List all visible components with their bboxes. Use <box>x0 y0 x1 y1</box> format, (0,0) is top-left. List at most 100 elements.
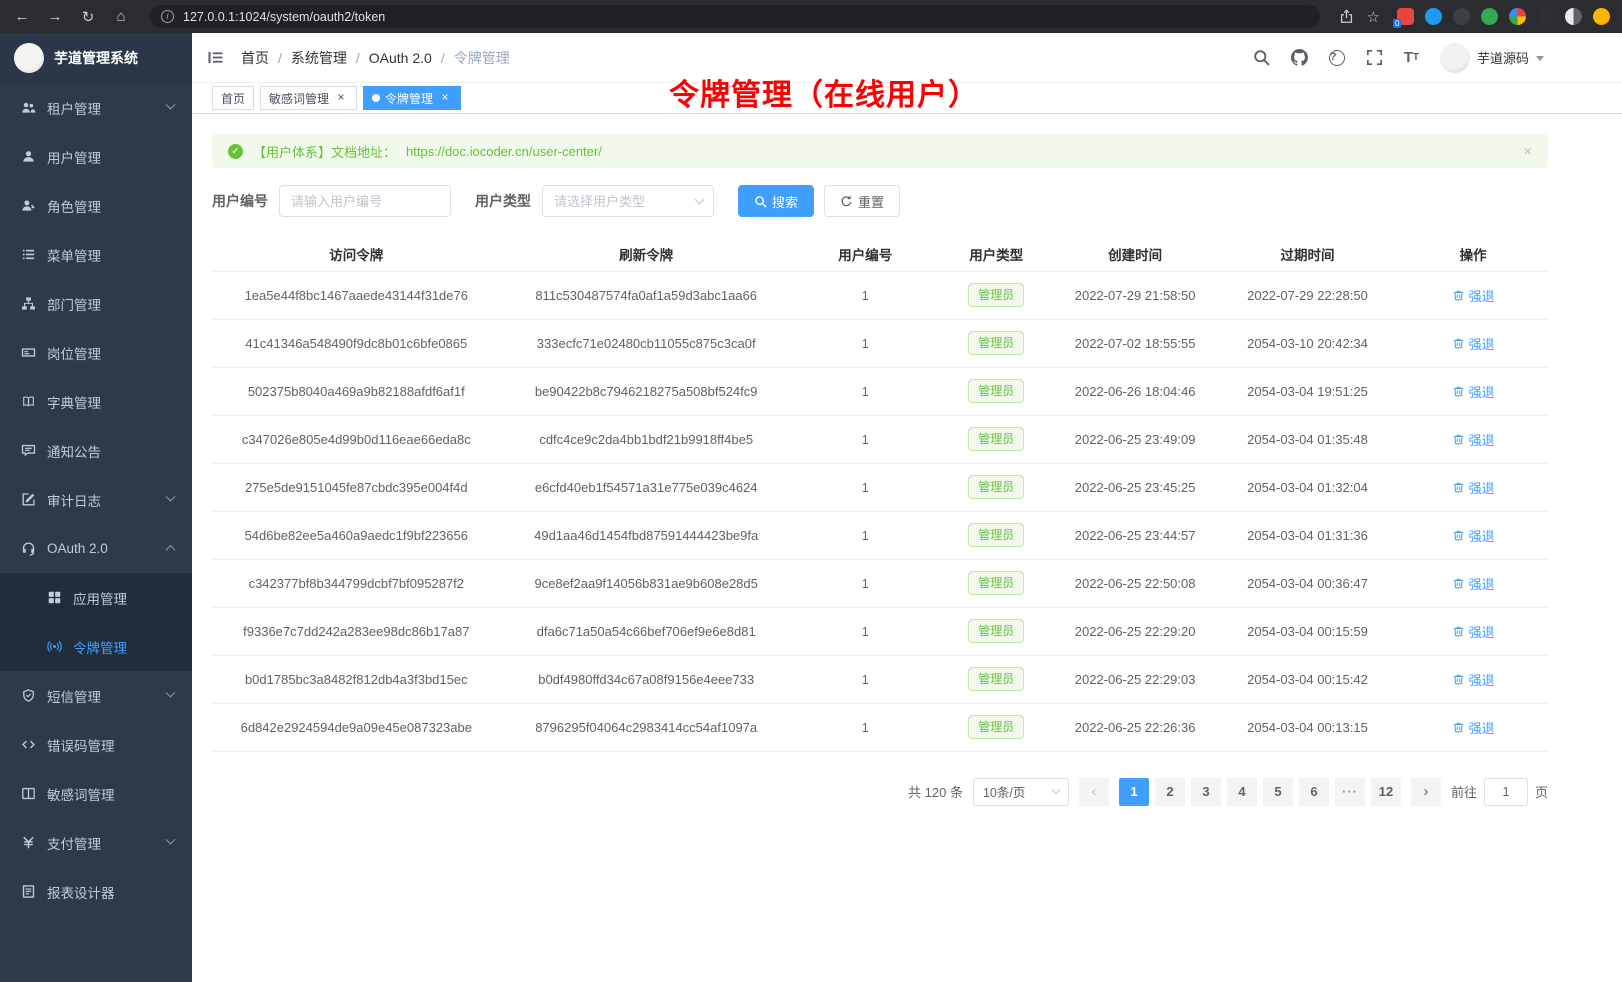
force-logout-button[interactable]: 强退 <box>1452 430 1495 449</box>
page-button[interactable]: 5 <box>1263 778 1293 806</box>
sidebar-item-dict[interactable]: 字典管理 <box>0 377 192 426</box>
sidebar-item-pay[interactable]: 支付管理 <box>0 818 192 867</box>
alert-doc-link[interactable]: https://doc.iocoder.cn/user-center/ <box>406 144 602 159</box>
delete-icon <box>1452 529 1465 542</box>
page-button[interactable]: 4 <box>1227 778 1257 806</box>
sidebar-item-notice[interactable]: 通知公告 <box>0 426 192 475</box>
user-type-badge: 管理员 <box>968 283 1024 307</box>
topbar: 首页/系统管理/OAuth 2.0/令牌管理 ? TT 芋道源码 <box>192 33 1622 83</box>
user-id-cell: 1 <box>792 655 939 703</box>
chevron-down-icon <box>1052 786 1060 794</box>
extension-icon-multicolor[interactable] <box>1509 8 1526 25</box>
tab-敏感词管理[interactable]: 敏感词管理× <box>260 86 357 110</box>
reset-button-label: 重置 <box>858 192 884 211</box>
sidebar: 芋道管理系统 租户管理用户管理角色管理菜单管理部门管理岗位管理字典管理通知公告审… <box>0 33 192 982</box>
force-logout-button[interactable]: 强退 <box>1452 526 1495 545</box>
table-header-row: 访问令牌刷新令牌用户编号用户类型创建时间过期时间操作 <box>212 237 1548 271</box>
sidebar-item-tenant[interactable]: 租户管理 <box>0 83 192 132</box>
goto-page-input[interactable] <box>1484 778 1528 806</box>
hamburger-icon[interactable] <box>208 51 223 64</box>
page-button[interactable]: 2 <box>1155 778 1185 806</box>
profile-avatar-icon[interactable] <box>1593 8 1610 25</box>
url-bar[interactable]: i 127.0.0.1:1024/system/oauth2/token <box>150 5 1320 28</box>
alert-close-icon[interactable]: × <box>1523 143 1532 160</box>
access-token-cell: 502375b8040a469a9b82188afdf6af1f <box>212 367 501 415</box>
sidebar-item-dept[interactable]: 部门管理 <box>0 279 192 328</box>
user-type-cell: 管理员 <box>939 367 1054 415</box>
breadcrumb-item[interactable]: 系统管理 <box>291 48 347 68</box>
sidebar-item-log[interactable]: 审计日志 <box>0 475 192 524</box>
home-icon[interactable]: ⌂ <box>111 8 131 25</box>
breadcrumb-item[interactable]: 首页 <box>241 48 269 68</box>
sidebar-item-oauth[interactable]: OAuth 2.0 <box>0 524 192 573</box>
force-logout-button[interactable]: 强退 <box>1452 478 1495 497</box>
search-button[interactable]: 搜索 <box>738 185 814 217</box>
operation-cell: 强退 <box>1398 271 1548 319</box>
sidebar-item-role[interactable]: 角色管理 <box>0 181 192 230</box>
extension-icon-green[interactable] <box>1481 8 1498 25</box>
reload-icon[interactable]: ↻ <box>78 8 98 26</box>
page-size-select[interactable]: 10条/页 <box>973 778 1069 806</box>
font-size-icon[interactable]: TT <box>1404 49 1419 66</box>
prev-page-button[interactable]: ‹ <box>1079 778 1109 806</box>
sidebar-item-sms[interactable]: 短信管理 <box>0 671 192 720</box>
extension-icon-darkgray[interactable] <box>1537 8 1554 25</box>
user-id-input[interactable] <box>279 185 451 217</box>
tab-首页[interactable]: 首页 <box>212 86 254 110</box>
page-button[interactable]: 6 <box>1299 778 1329 806</box>
pagination-ellipsis[interactable]: ··· <box>1335 778 1365 806</box>
delete-icon <box>1452 433 1465 446</box>
help-icon[interactable]: ? <box>1329 50 1345 66</box>
fullscreen-icon[interactable] <box>1366 49 1383 66</box>
sidebar-item-sensitive[interactable]: 敏感词管理 <box>0 769 192 818</box>
tab-令牌管理[interactable]: 令牌管理× <box>363 86 461 110</box>
search-icon[interactable] <box>1253 49 1270 66</box>
force-logout-button[interactable]: 强退 <box>1452 286 1495 305</box>
sidebar-item-token[interactable]: 令牌管理 <box>0 622 192 671</box>
operation-cell: 强退 <box>1398 367 1548 415</box>
sidebar-item-errcode[interactable]: 错误码管理 <box>0 720 192 769</box>
sidebar-item-post[interactable]: 岗位管理 <box>0 328 192 377</box>
extension-icon-blue[interactable] <box>1425 8 1442 25</box>
user-type-select[interactable] <box>542 185 714 217</box>
tab-close-icon[interactable]: × <box>334 91 348 105</box>
user-id-cell: 1 <box>792 607 939 655</box>
breadcrumb-item: 令牌管理 <box>454 48 510 68</box>
active-tab-dot-icon <box>372 94 380 102</box>
tabs-bar: 首页敏感词管理×令牌管理× <box>192 83 1622 114</box>
force-logout-button[interactable]: 强退 <box>1452 382 1495 401</box>
sidebar-item-app[interactable]: 应用管理 <box>0 573 192 622</box>
token-icon <box>47 639 62 654</box>
breadcrumb-item[interactable]: OAuth 2.0 <box>369 50 432 66</box>
next-page-button[interactable]: › <box>1411 778 1441 806</box>
extension-icon-red[interactable]: 0 <box>1397 8 1414 25</box>
extension-icon-dark[interactable] <box>1453 8 1470 25</box>
app-logo[interactable]: 芋道管理系统 <box>0 33 192 83</box>
share-icon[interactable] <box>1339 9 1354 24</box>
force-logout-button[interactable]: 强退 <box>1452 670 1495 689</box>
reset-button[interactable]: 重置 <box>824 185 900 217</box>
back-icon[interactable]: ← <box>12 8 32 25</box>
force-logout-button[interactable]: 强退 <box>1452 574 1495 593</box>
page-button[interactable]: 3 <box>1191 778 1221 806</box>
forward-icon[interactable]: → <box>45 8 65 25</box>
access-token-cell: 1ea5e44f8bc1467aaede43144f31de76 <box>212 271 501 319</box>
user-type-badge: 管理员 <box>968 523 1024 547</box>
tab-close-icon[interactable]: × <box>438 91 452 105</box>
page-button[interactable]: 1 <box>1119 778 1149 806</box>
sidebar-item-user[interactable]: 用户管理 <box>0 132 192 181</box>
chevron-down-icon <box>166 492 176 502</box>
sidebar-item-menu[interactable]: 菜单管理 <box>0 230 192 279</box>
extension-icon-contrast[interactable] <box>1565 8 1582 25</box>
created-time-cell: 2022-06-26 18:04:46 <box>1054 367 1217 415</box>
page-button[interactable]: 12 <box>1371 778 1401 806</box>
github-icon[interactable] <box>1291 49 1308 66</box>
site-info-icon[interactable]: i <box>161 10 174 23</box>
force-logout-button[interactable]: 强退 <box>1452 718 1495 737</box>
user-menu[interactable]: 芋道源码 <box>1440 43 1544 73</box>
force-logout-button[interactable]: 强退 <box>1452 622 1495 641</box>
force-logout-button[interactable]: 强退 <box>1452 334 1495 353</box>
report-icon <box>21 884 36 899</box>
sidebar-item-report[interactable]: 报表设计器 <box>0 867 192 916</box>
bookmark-star-icon[interactable]: ☆ <box>1367 8 1380 26</box>
